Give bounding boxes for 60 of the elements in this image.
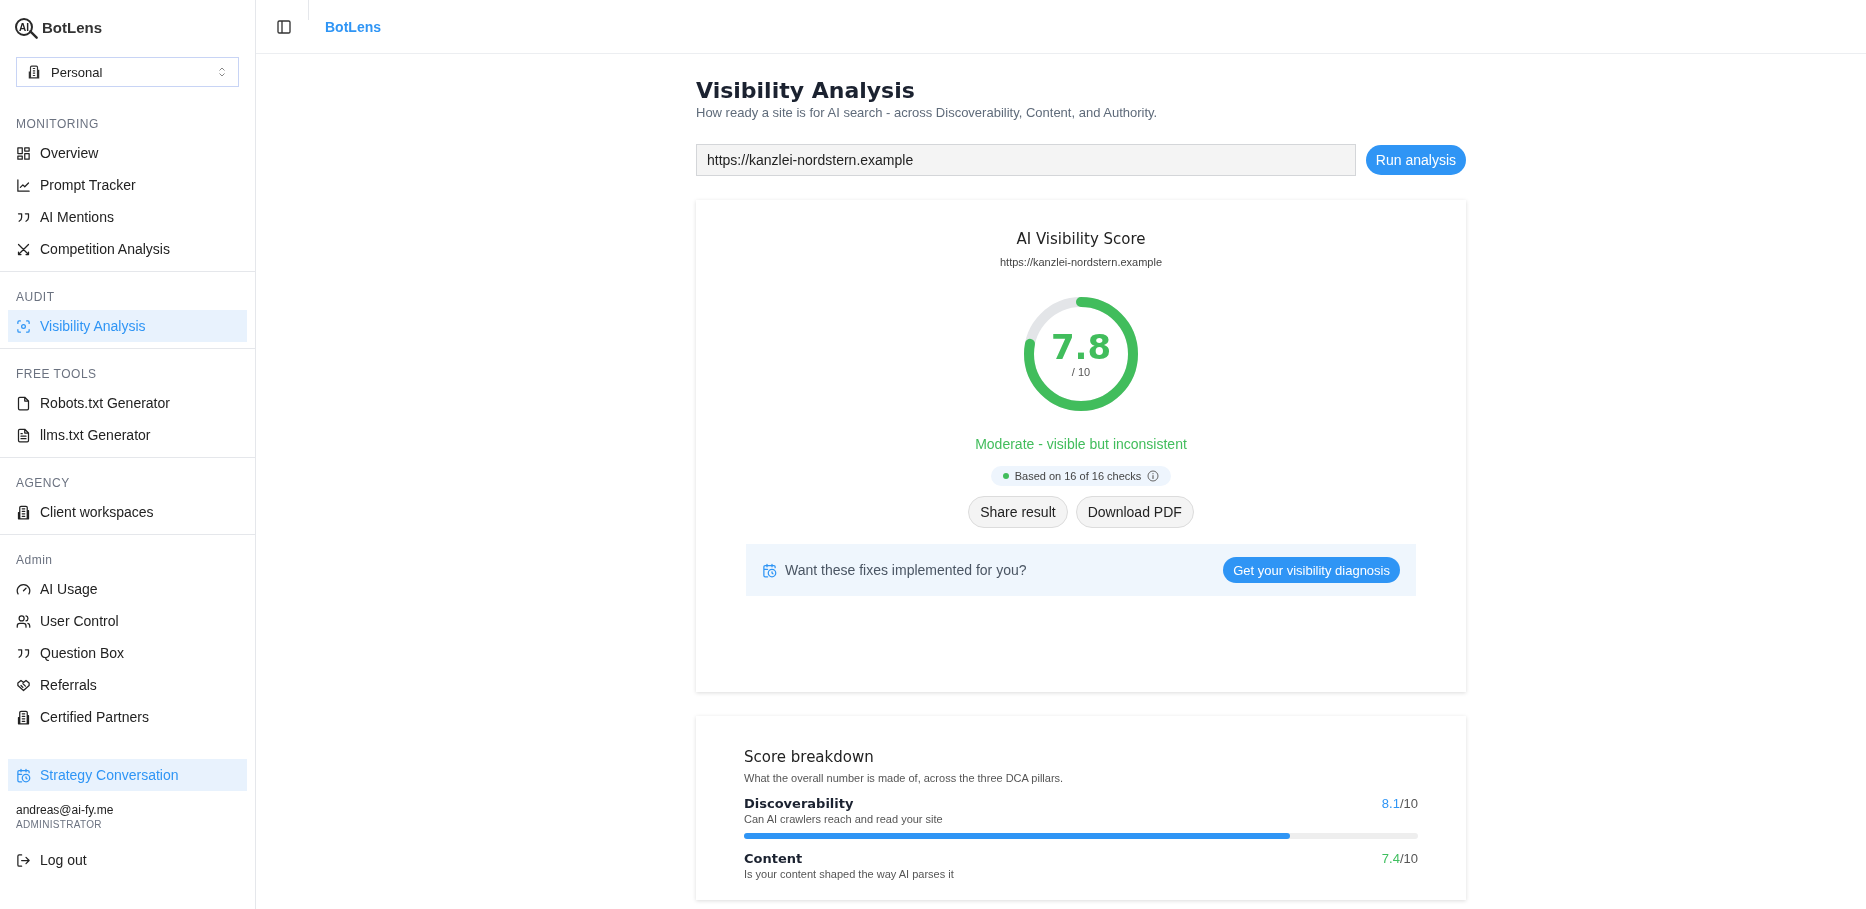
brand-name: BotLens	[42, 18, 102, 36]
user-email: andreas@ai-fy.me	[15, 802, 115, 817]
logout-link[interactable]: Log out	[8, 844, 247, 876]
logout-icon	[16, 852, 31, 868]
users-icon	[16, 613, 31, 629]
section-heading: Admin	[15, 553, 54, 567]
page-title: Visibility Analysis	[696, 78, 916, 103]
url-input-field[interactable]: https://kanzlei-nordstern.example	[696, 144, 1356, 176]
nav-item[interactable]: Referrals	[8, 669, 247, 701]
logo-mark: AI	[15, 18, 33, 36]
building-icon	[16, 709, 31, 725]
calendar-clock-icon	[16, 767, 31, 783]
page-subtitle: How ready a site is for AI search - across Discoverability, Content, and Authority.	[696, 105, 1159, 120]
nav-item[interactable]: Question Box	[8, 637, 247, 669]
action-button[interactable]: Share result	[968, 496, 1068, 528]
score-url: https://kanzlei-nordstern.example	[1000, 256, 1162, 268]
nav-item[interactable]: Certified Partners	[8, 701, 247, 733]
nav-item[interactable]: Robots.txt Generator	[8, 387, 247, 419]
document-icon	[16, 427, 31, 443]
building-icon	[16, 504, 31, 520]
status-dot	[1002, 473, 1009, 479]
nav-item[interactable]: User Control	[8, 605, 247, 637]
section-heading: FREE TOOLS	[15, 367, 98, 381]
workspace-select[interactable]: Personal	[16, 57, 239, 87]
breakdown-description: What the overall number is made of, across the three DCA pillars.	[744, 772, 1065, 784]
nav-item[interactable]: AI Usage	[8, 573, 247, 605]
nav-item[interactable]: AI Mentions	[8, 201, 247, 233]
pillar-score: 7.4/10	[1381, 851, 1418, 866]
nav-item[interactable]: Competition Analysis	[8, 233, 247, 265]
nav-item[interactable]: llms.txt Generator	[8, 419, 247, 451]
file-icon	[16, 395, 31, 411]
pillar-score: 8.1/10	[1381, 796, 1418, 811]
score-verdict: Moderate - visible but inconsistent	[975, 436, 1187, 452]
section-heading: AGENCY	[15, 476, 71, 490]
chevrons-icon	[216, 66, 228, 78]
calendar-clock-icon	[762, 562, 777, 578]
pillar-name: Content	[744, 851, 803, 866]
scan-icon	[16, 318, 31, 334]
pillar-description: Is your content shaped the way AI parses it	[744, 868, 955, 880]
user-role: ADMINISTRATOR	[15, 818, 103, 832]
pillar-name: Discoverability	[744, 796, 854, 811]
action-button[interactable]: Download PDF	[1075, 496, 1194, 528]
nav-item[interactable]: Overview	[8, 137, 247, 169]
nav-item[interactable]: Prompt Tracker	[8, 169, 247, 201]
sidebar-toggle-icon[interactable]	[276, 18, 292, 35]
info-icon[interactable]	[1147, 470, 1160, 482]
score-max: / 10	[1071, 366, 1091, 378]
building-icon	[27, 65, 41, 79]
chart-icon	[16, 177, 31, 193]
score-title: AI Visibility Score	[1016, 230, 1146, 248]
score-value: 7.8	[1050, 330, 1112, 364]
checks-text: Based on 16 of 16 checks	[1014, 470, 1142, 482]
grid-icon	[16, 145, 31, 161]
breakdown-title: Score breakdown	[744, 748, 875, 766]
nav-item[interactable]: Client workspaces	[8, 496, 247, 528]
section-heading: MONITORING	[15, 117, 100, 131]
gauge-icon	[16, 581, 31, 597]
section-heading: AUDIT	[15, 290, 56, 304]
pillar-description: Can AI crawlers reach and read your site	[744, 813, 944, 825]
cta-text: Want these fixes implemented for you?	[785, 562, 1028, 578]
